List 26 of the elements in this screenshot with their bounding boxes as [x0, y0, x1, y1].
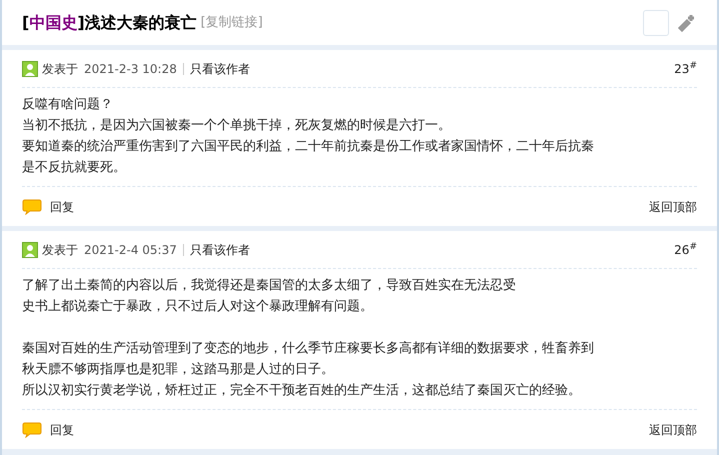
avatar-icon — [22, 242, 38, 258]
floor-number: 26$^{#}$ — [674, 241, 697, 258]
reply-link[interactable]: 回复 — [50, 198, 74, 216]
post-text-line: 当初不抵抗，是因为六国被秦一个个单挑干掉，死灰复燃的时候是六打一。 — [22, 117, 452, 135]
posted-label: 发表于 — [42, 242, 78, 258]
posted-label: 发表于 — [42, 60, 78, 78]
avatar-icon — [22, 60, 38, 76]
author-only-link[interactable]: 只看该作者 — [190, 240, 250, 258]
post-time: 2021-2-4 05:37 — [84, 242, 177, 258]
post-text-line: 秋天膘不够两指厚也是犯罪，这踏马那是人过的日子。 — [22, 361, 335, 379]
back-to-top-link[interactable]: 返回顶部 — [649, 198, 697, 216]
speech-bubble-icon — [22, 422, 42, 438]
post-text-line: 秦国对百姓的生产活动管理到了变态的地步，什么季节庄稼要长多高都有详细的数据要求，牲畜养到 — [22, 340, 595, 358]
post-text-line: 所以汉初实行黄老学说，矫枉过正，完全不干预老百姓的生产生活，这都总结了秦国灭亡的经验。 — [22, 382, 582, 400]
reply-link[interactable]: 回复 — [50, 420, 74, 438]
post-text-line: 了解了出土秦简的内容以后，我觉得还是秦国管的太多太细了，导致百姓实在无法忍受 — [22, 277, 517, 295]
floor-number: 23$^{#}$ — [674, 60, 697, 78]
thread-title: [中国史]浅述大秦的衰亡 — [22, 12, 197, 34]
post-time: 2021-2-3 10:28 — [84, 60, 177, 78]
post-text-line: 史书上都说秦亡于暴政，只不过后人对这个暴政理解有问题。 — [22, 298, 374, 316]
author-only-link[interactable]: 只看该作者 — [190, 60, 250, 78]
post-text-line: 要知道秦的统治严重伤害到了六国平民的利益，二十年前抗秦是份工作或者家国情怀，二十年后抗秦 — [22, 138, 595, 156]
back-to-top-link[interactable]: 返回顶部 — [649, 420, 697, 438]
speech-bubble-icon — [22, 198, 42, 214]
post-text-line: 是不反抗就要死。 — [22, 159, 127, 177]
post-text-line: 反噬有啥问题？ — [22, 96, 114, 114]
